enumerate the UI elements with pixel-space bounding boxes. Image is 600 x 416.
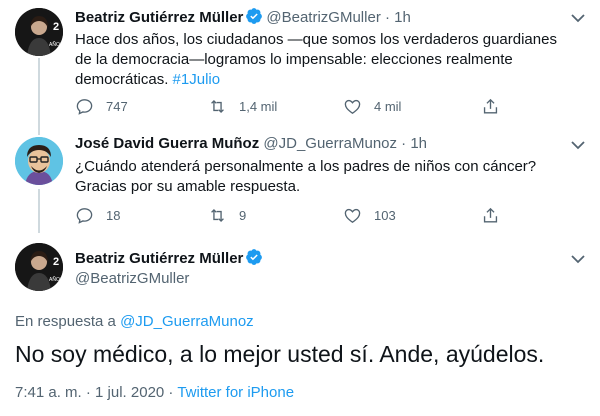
tweet-actions: 747 1,4 mil 4 mil	[75, 95, 515, 117]
timestamp[interactable]: 1h	[410, 135, 427, 152]
like-button[interactable]: 4 mil	[343, 95, 401, 117]
reply-count: 18	[106, 207, 121, 223]
tweet-jose[interactable]: José David Guerra Muñoz @JD_GuerraMunoz …	[0, 125, 600, 233]
reply-count: 747	[106, 98, 128, 114]
display-name[interactable]: Beatriz Gutiérrez Müller	[75, 9, 243, 26]
thread-line-bottom	[38, 189, 40, 233]
tweet-beatriz-1[interactable]: 2 AÑOS Beatriz Gutiérrez Müller @BeatrizG…	[0, 0, 600, 125]
reply-button[interactable]: 747	[75, 95, 128, 117]
tweet-actions: 18 9 103	[75, 204, 515, 226]
reply-mention-link[interactable]: @JD_GuerraMunoz	[120, 313, 254, 330]
like-button[interactable]: 103	[343, 204, 396, 226]
timestamp[interactable]: 1h	[394, 9, 411, 26]
tweet-text-main: Hace dos años, los ciudadanos —que somos…	[75, 31, 557, 88]
main-tweet-handle-row: @BeatrizGMuller	[75, 269, 189, 289]
share-icon	[483, 98, 498, 114]
display-name[interactable]: Beatriz Gutiérrez Müller	[75, 250, 243, 267]
verified-badge-icon	[246, 249, 263, 265]
chevron-down-icon[interactable]	[568, 8, 588, 28]
tweet-text: ¿Cuándo atenderá personalmente a los pad…	[75, 158, 537, 195]
like-count: 4 mil	[374, 98, 402, 114]
share-icon	[483, 207, 498, 223]
svg-text:AÑOS: AÑOS	[49, 276, 63, 283]
svg-text:AÑOS: AÑOS	[49, 41, 63, 48]
verified-badge-icon	[246, 8, 263, 24]
retweet-icon	[211, 208, 224, 222]
reply-icon	[76, 207, 93, 224]
thread-line-top	[38, 125, 40, 135]
tweet-metadata: 7:41 a. m. · 1 jul. 2020 · Twitter for i…	[15, 384, 294, 401]
share-button[interactable]	[481, 95, 500, 117]
tweet-timestamp[interactable]: 7:41 a. m. · 1 jul. 2020 ·	[15, 384, 173, 401]
handle[interactable]: @BeatrizGMuller	[266, 9, 380, 26]
retweet-icon	[211, 99, 224, 113]
tweet-header: José David Guerra Muñoz @JD_GuerraMunoz …	[75, 134, 427, 154]
tweet-header: Beatriz Gutiérrez Müller @BeatrizGMuller …	[75, 7, 411, 28]
tweet-source-link[interactable]: Twitter for iPhone	[177, 384, 294, 401]
reply-icon	[76, 98, 93, 115]
share-button[interactable]	[481, 204, 500, 226]
chevron-down-icon[interactable]	[568, 249, 588, 269]
hashtag-link[interactable]: #1Julio	[173, 71, 221, 88]
avatar-jose[interactable]	[15, 137, 63, 185]
retweet-button[interactable]: 9	[208, 204, 246, 226]
like-count: 103	[374, 207, 396, 223]
reply-context: En respuesta a @JD_GuerraMunoz	[15, 313, 254, 330]
main-tweet-name-row: Beatriz Gutiérrez Müller	[75, 248, 266, 269]
svg-text:2: 2	[53, 21, 59, 33]
avatar-beatriz[interactable]: 2 AÑOS	[15, 8, 63, 56]
handle[interactable]: @JD_GuerraMunoz	[263, 135, 397, 152]
thread-line	[38, 58, 40, 125]
retweet-count: 1,4 mil	[239, 98, 278, 114]
avatar-beatriz-image: 2 AÑOS	[15, 8, 63, 56]
handle[interactable]: @BeatrizGMuller	[75, 270, 189, 287]
display-name[interactable]: José David Guerra Muñoz	[75, 135, 259, 152]
chevron-down-icon[interactable]	[568, 135, 588, 155]
retweet-button[interactable]: 1,4 mil	[208, 95, 277, 117]
heart-icon	[344, 208, 361, 223]
tweet-text: Hace dos años, los ciudadanos —que somos…	[75, 30, 575, 90]
reply-prefix: En respuesta a	[15, 313, 116, 330]
avatar-jose-image	[15, 137, 63, 185]
avatar-beatriz[interactable]: 2 AÑOS	[15, 243, 63, 291]
separator-dot: ·	[401, 135, 407, 152]
retweet-count: 9	[239, 207, 247, 223]
reply-button[interactable]: 18	[75, 204, 120, 226]
main-tweet-text: No soy médico, a lo mejor usted sí. Ande…	[15, 341, 545, 367]
svg-text:2: 2	[53, 256, 59, 268]
separator-dot: ·	[384, 9, 390, 26]
avatar-beatriz-image: 2 AÑOS	[15, 243, 63, 291]
heart-icon	[344, 99, 361, 114]
